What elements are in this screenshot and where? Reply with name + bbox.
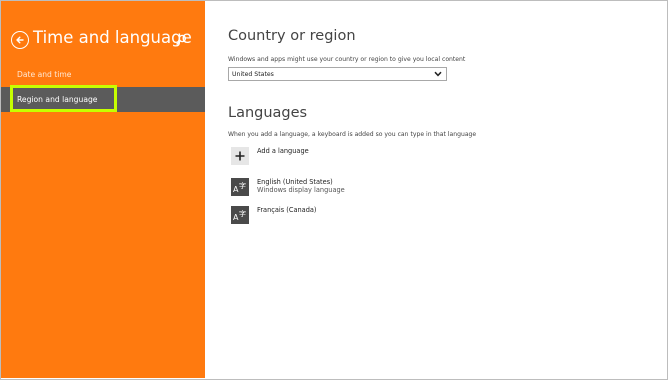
page-title: Time and language: [33, 28, 192, 47]
svg-text:字: 字: [239, 181, 246, 190]
language-item-english[interactable]: A 字 English (United States) Windows disp…: [231, 178, 345, 196]
sidebar-item-date-and-time[interactable]: Date and time: [1, 62, 205, 87]
main-content: Country or region Windows and apps might…: [228, 0, 668, 380]
region-heading: Country or region: [228, 28, 356, 44]
language-name: English (United States): [257, 178, 333, 186]
add-language-label: Add a language: [257, 147, 309, 155]
sidebar: Time and language Date and time Region a…: [1, 1, 205, 378]
country-select[interactable]: United States: [228, 67, 447, 81]
language-glyph-icon: A 字: [231, 178, 249, 196]
chevron-down-icon: [434, 71, 442, 77]
back-arrow-icon[interactable]: [11, 31, 29, 49]
languages-description: When you add a language, a keyboard is a…: [228, 131, 477, 138]
language-item-french[interactable]: A 字 Français (Canada): [231, 206, 317, 224]
svg-text:字: 字: [239, 209, 246, 218]
plus-icon: [231, 147, 249, 165]
languages-heading: Languages: [228, 105, 308, 121]
language-name: Français (Canada): [257, 206, 317, 214]
country-select-value: United States: [232, 70, 274, 78]
add-language-button[interactable]: Add a language: [231, 147, 309, 165]
language-subtext: Windows display language: [257, 186, 345, 194]
sidebar-item-label: Date and time: [17, 70, 72, 79]
region-description: Windows and apps might use your country …: [228, 56, 466, 63]
highlight-box: [10, 85, 117, 112]
language-glyph-icon: A 字: [231, 206, 249, 224]
search-icon[interactable]: [174, 32, 188, 46]
